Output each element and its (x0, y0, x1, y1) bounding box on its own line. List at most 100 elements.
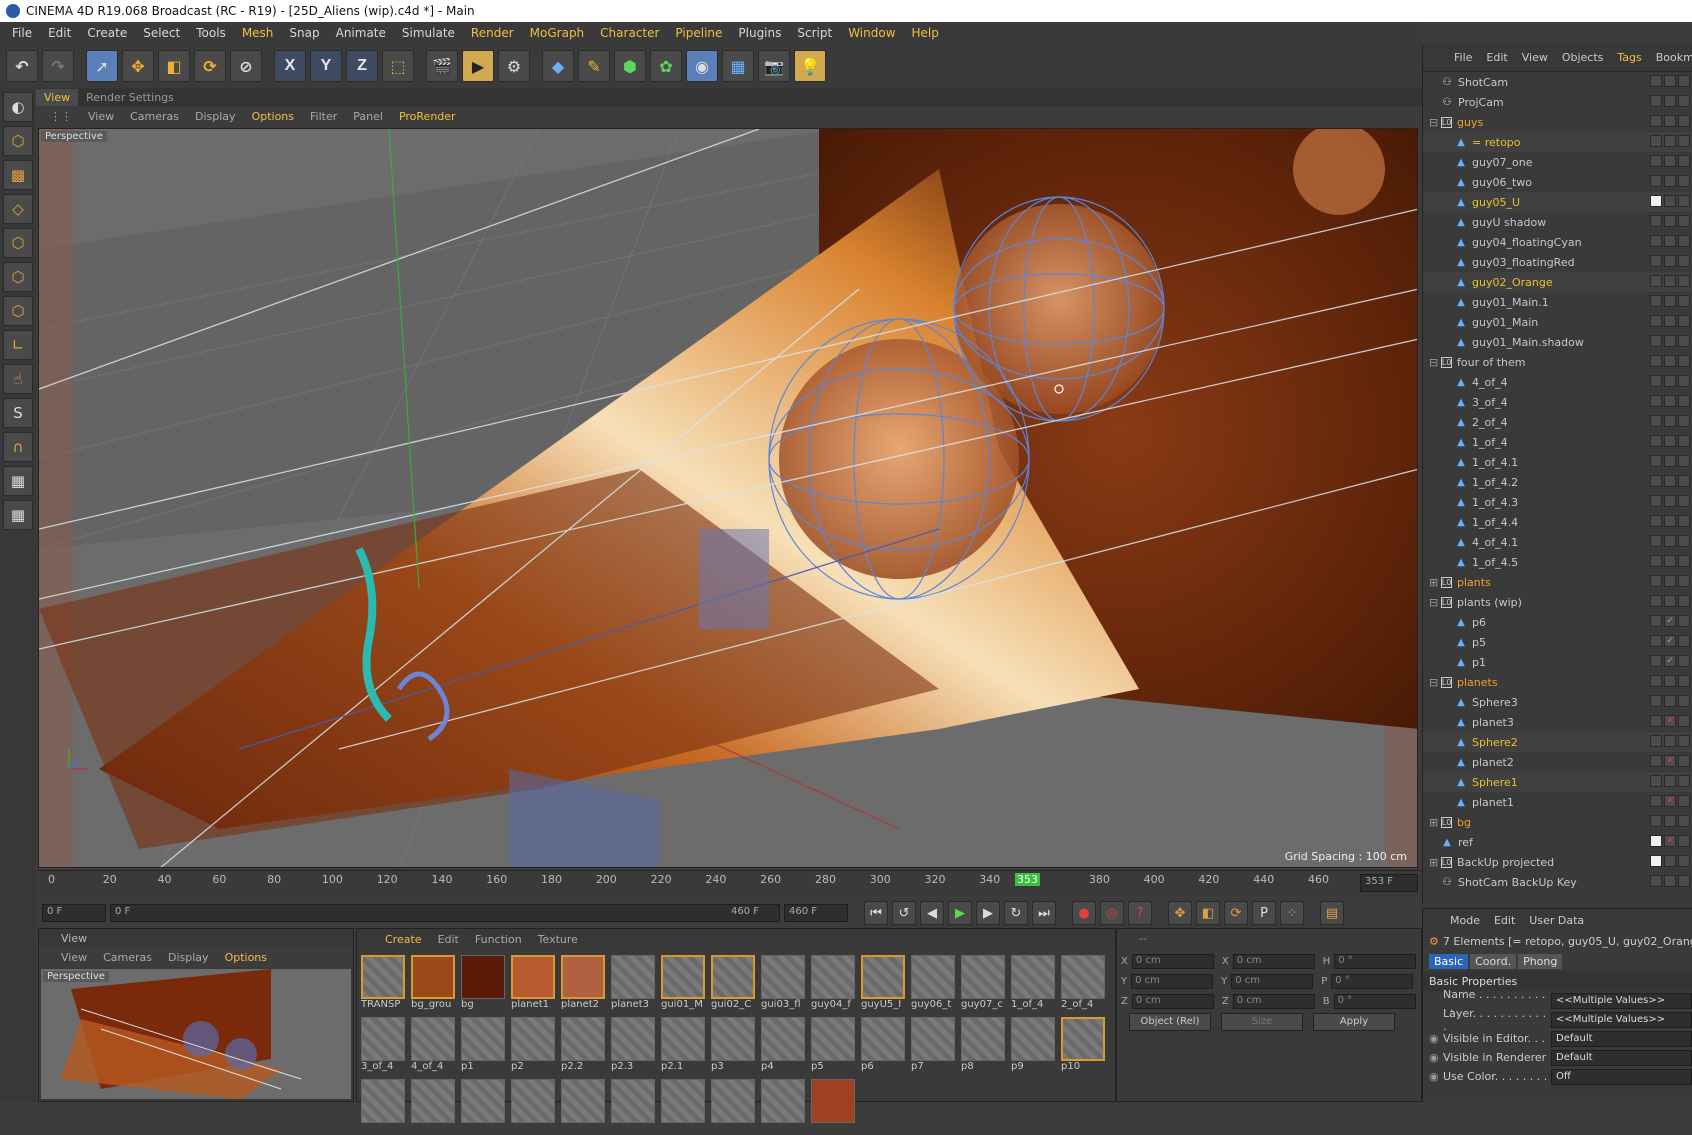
tag-icon[interactable] (1678, 675, 1690, 687)
layer-swatch[interactable] (1650, 255, 1662, 267)
object-row[interactable]: ▲ guy03_floatingRed (1423, 252, 1692, 272)
tag-icon[interactable] (1678, 795, 1690, 807)
object-row[interactable]: ▲ p1 ✓ (1423, 652, 1692, 672)
visibility-dots[interactable] (1664, 775, 1676, 787)
menu-mograph[interactable]: MoGraph (522, 26, 593, 40)
tag-icon[interactable] (1678, 535, 1690, 547)
material-swatch[interactable] (711, 1079, 755, 1135)
visibility-dots[interactable] (1664, 95, 1676, 107)
material-swatch[interactable]: bg_grou (411, 955, 455, 1011)
visibility-dots[interactable] (1664, 575, 1676, 587)
layer-swatch[interactable] (1650, 435, 1662, 447)
keyframe-selection-button[interactable]: ? (1128, 901, 1152, 925)
object-row[interactable]: ▲ 1_of_4.2 (1423, 472, 1692, 492)
visibility-dots[interactable]: ✓ (1664, 655, 1676, 667)
secondary-view-menu-display[interactable]: Display (160, 951, 217, 964)
object-row[interactable]: ▲ p6 ✓ (1423, 612, 1692, 632)
layer-swatch[interactable] (1650, 335, 1662, 347)
menu-snap[interactable]: Snap (281, 26, 327, 40)
layer-swatch[interactable] (1650, 855, 1662, 867)
next-frame-button[interactable]: ▶ (976, 901, 1000, 925)
layer-swatch[interactable] (1650, 475, 1662, 487)
material-swatch[interactable]: p4 (761, 1017, 805, 1073)
attribute-menu-mode[interactable]: Mode (1443, 914, 1487, 927)
menu-animate[interactable]: Animate (328, 26, 394, 40)
menu-window[interactable]: Window (840, 26, 903, 40)
menu-character[interactable]: Character (592, 26, 667, 40)
visibility-dots[interactable] (1664, 275, 1676, 287)
object-row[interactable]: ⊟ L0 four of them (1423, 352, 1692, 372)
previous-frame-button[interactable]: ◀ (920, 901, 944, 925)
layer-swatch[interactable] (1650, 655, 1662, 667)
object-row[interactable]: ▲ 1_of_4.5 (1423, 552, 1692, 572)
material-swatch[interactable]: guy06_t (911, 955, 955, 1011)
tab-view[interactable]: View (36, 89, 79, 106)
scale-tool-button[interactable]: ◧ (158, 50, 190, 82)
tag-icon[interactable] (1678, 135, 1690, 147)
object-row[interactable]: ▲ = retopo (1423, 132, 1692, 152)
layer-swatch[interactable] (1650, 155, 1662, 167)
material-swatch[interactable]: TRANSP (361, 955, 405, 1011)
visibility-dots[interactable]: ✓ (1664, 615, 1676, 627)
object-row[interactable]: ▲ planet2 ✕ (1423, 752, 1692, 772)
object-row[interactable]: ▲ guyU shadow (1423, 212, 1692, 232)
layer-swatch[interactable] (1650, 515, 1662, 527)
tag-icon[interactable] (1678, 235, 1690, 247)
object-row[interactable]: ▲ 1_of_4.3 (1423, 492, 1692, 512)
tag-icon[interactable] (1678, 155, 1690, 167)
layer-swatch[interactable] (1650, 815, 1662, 827)
material-menu-edit[interactable]: Edit (430, 933, 467, 946)
object-row[interactable]: ⚇ ShotCam (1423, 72, 1692, 92)
menu-plugins[interactable]: Plugins (730, 26, 789, 40)
material-menu-create[interactable]: Create (377, 933, 430, 946)
layer-swatch[interactable] (1650, 315, 1662, 327)
tag-icon[interactable] (1678, 635, 1690, 647)
menu-simulate[interactable]: Simulate (394, 26, 463, 40)
material-swatch[interactable]: guy04_f (811, 955, 855, 1011)
attribute-value[interactable]: <<Multiple Values>> (1551, 992, 1692, 1009)
attribute-menu-edit[interactable]: Edit (1487, 914, 1522, 927)
layer-swatch[interactable] (1650, 415, 1662, 427)
secondary-view-menu-cameras[interactable]: Cameras (95, 951, 160, 964)
material-swatch[interactable]: p2.3 (611, 1017, 655, 1073)
layer-swatch[interactable] (1650, 235, 1662, 247)
object-row[interactable]: ⊟ L0 planets (1423, 672, 1692, 692)
visibility-dots[interactable] (1664, 375, 1676, 387)
viewport-menu-prorender[interactable]: ProRender (391, 110, 464, 123)
visibility-dots[interactable] (1664, 815, 1676, 827)
visibility-dots[interactable] (1664, 475, 1676, 487)
visibility-dots[interactable] (1664, 255, 1676, 267)
layer-swatch[interactable] (1650, 375, 1662, 387)
tag-icon[interactable] (1678, 175, 1690, 187)
object-row[interactable]: ▲ 4_of_4 (1423, 372, 1692, 392)
layer-swatch[interactable] (1650, 175, 1662, 187)
object-row[interactable]: ▲ guy04_floatingCyan (1423, 232, 1692, 252)
object-row[interactable]: ⚇ ShotCam BackUp Key (1423, 872, 1692, 892)
material-swatch[interactable]: planet1 (511, 955, 555, 1011)
layer-swatch[interactable] (1650, 775, 1662, 787)
tag-icon[interactable] (1678, 475, 1690, 487)
animate-radio-icon[interactable]: ◉ (1429, 1070, 1443, 1083)
make-editable-icon[interactable]: ◐ (3, 92, 33, 122)
enable-axis-icon[interactable]: ∟ (3, 330, 33, 360)
floor-button[interactable]: ▦ (722, 50, 754, 82)
tag-icon[interactable] (1678, 815, 1690, 827)
visibility-dots[interactable] (1664, 735, 1676, 747)
material-swatch[interactable]: guy07_c (961, 955, 1005, 1011)
tag-icon[interactable] (1678, 715, 1690, 727)
layer-swatch[interactable] (1650, 95, 1662, 107)
layer-swatch[interactable] (1650, 455, 1662, 467)
visibility-dots[interactable]: ✕ (1664, 795, 1676, 807)
material-swatch[interactable]: p9 (1011, 1017, 1055, 1073)
material-swatch[interactable]: p2.1 (661, 1017, 705, 1073)
visibility-dots[interactable]: ✓ (1664, 635, 1676, 647)
menu-create[interactable]: Create (79, 26, 135, 40)
visibility-dots[interactable] (1664, 215, 1676, 227)
object-row[interactable]: ▲ 1_of_4.1 (1423, 452, 1692, 472)
deformer-button[interactable]: ◉ (686, 50, 718, 82)
layer-swatch[interactable] (1650, 835, 1662, 847)
tag-icon[interactable] (1678, 315, 1690, 327)
attribute-menu-user-data[interactable]: User Data (1522, 914, 1591, 927)
visibility-dots[interactable] (1664, 435, 1676, 447)
object-row[interactable]: ▲ 1_of_4 (1423, 432, 1692, 452)
